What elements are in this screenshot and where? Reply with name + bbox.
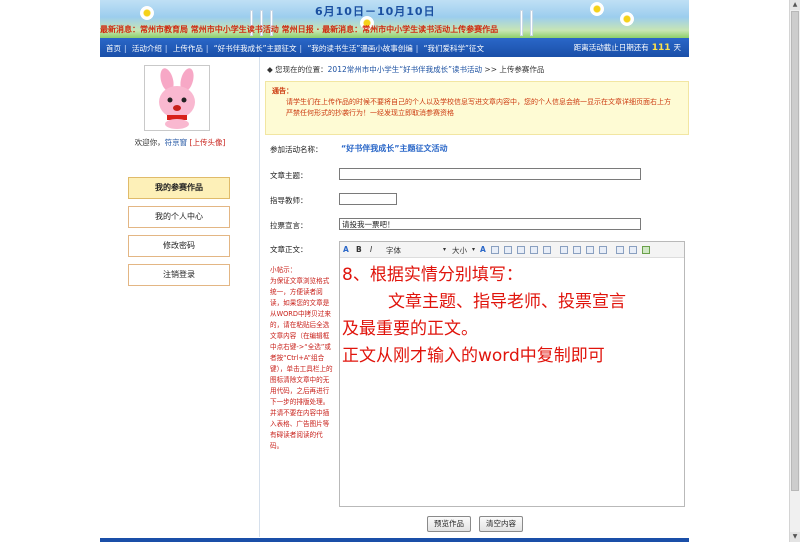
align-right-icon[interactable] [530,246,538,254]
username: 符京窗 [164,138,188,147]
annotation-line-4: 正文从刚才输入的word中复制即可 [342,346,605,366]
editor-toolbar: A B I 字体 ▾ 大小 ▾ A [340,242,684,258]
link-icon[interactable] [616,246,624,254]
countdown-suffix: 天 [673,43,682,52]
notice-title: 通告： [272,87,293,95]
nav-link-science[interactable]: “我们爱科学”征文 [424,44,484,53]
welcome-prefix: 欢迎你， [134,138,165,147]
bold-icon[interactable]: B [356,245,362,254]
slogan-input[interactable] [339,218,641,230]
scroll-up-icon[interactable]: ▲ [790,0,800,10]
article-title-label: 文章主题： [270,171,308,180]
news-marquee[interactable]: 最新消息：常州市教育局 常州市中小学生读书活动 常州日报 · 最新消息：常州市中… [100,24,689,36]
article-title-input[interactable] [339,168,641,180]
page-scrollbar[interactable]: ▲ ▼ [789,0,800,542]
nav-link-essay[interactable]: “好书伴我成长”主题征文 [214,44,297,53]
tips-title: 小帖示： [270,266,297,274]
teacher-input[interactable] [339,193,397,205]
scrollbar-thumb[interactable] [791,11,799,491]
site-banner: 6月10日－10月10日 最新消息：常州市教育局 常州市中小学生读书活动 常州日… [100,0,689,38]
unlink-icon[interactable] [629,246,637,254]
align-left-icon[interactable] [504,246,512,254]
bunny-avatar-icon [159,68,195,129]
daisy-decoration [140,6,154,20]
deadline-countdown: 距离活动截止日期还有 111 天 [574,42,681,53]
activity-label: 参加活动名称： [270,145,323,154]
clear-content-button[interactable]: 清空内容 [479,516,523,532]
font-family-select[interactable]: 字体 [386,245,401,256]
teacher-label: 指导教师： [270,196,308,205]
notice-line-privacy: 请学生们在上传作品的时候不要将自己的个人以及学校信息写进文章内容中，您的个人信息… [286,98,671,106]
avatar[interactable] [144,65,210,131]
sidebar-item-logout[interactable]: 注销登录 [128,264,230,286]
countdown-days: 111 [651,43,671,53]
outdent-icon[interactable] [586,246,594,254]
font-size-select[interactable]: 大小 [452,245,467,256]
notice-box: 通告： 请学生们在上传作品的时候不要将自己的个人以及学校信息写进文章内容中，您的… [265,81,689,135]
justify-icon[interactable] [543,246,551,254]
highlight-icon[interactable] [491,246,499,254]
align-center-icon[interactable] [517,246,525,254]
upload-avatar-link[interactable]: [上传头像] [190,138,226,147]
upload-form-panel: ◆ 您现在的位置：2012常州市中小学生“好书伴我成长”读书活动 >> 上传参赛… [261,57,689,537]
bullet-list-icon[interactable] [573,246,581,254]
rich-text-editor[interactable]: A B I 字体 ▾ 大小 ▾ A 8、根据实情分别填写： 文章主题、指导老师、… [339,241,685,507]
tips-box: 小帖示： 为保证文章浏览格式统一，方便读者阅读，如果您的文章是从WORD中拷贝过… [270,265,334,452]
sidebar-item-my-entries[interactable]: 我的参赛作品 [128,177,230,199]
page-gutter-right [689,0,789,542]
nav-link-home[interactable]: 首页 [106,44,121,53]
annotation-line-2: 文章主题、指导老师、投票宣言 [388,292,626,312]
daisy-decoration [590,2,604,16]
clear-format-icon[interactable]: A [343,245,349,254]
main-nav: 首页 | 活动介绍 | 上传作品 | “好书伴我成长”主题征文 | “我的读书生活”漫画… [100,38,689,57]
sidebar-item-change-password[interactable]: 修改密码 [128,235,230,257]
font-family-dropdown-icon[interactable]: ▾ [443,246,446,253]
annotation-line-1: 8、根据实情分别填写： [342,265,523,285]
page-gutter-left [0,0,100,542]
insert-image-icon[interactable] [642,246,650,254]
user-sidebar: 欢迎你，符京窗 [上传头像] 我的参赛作品 我的个人中心 修改密码 注销登录 [100,57,260,537]
slogan-label: 拉票宣言： [270,221,308,230]
breadcrumb: ◆ 您现在的位置：2012常州市中小学生“好书伴我成长”读书活动 >> 上传参赛… [267,64,544,75]
tips-text: 为保证文章浏览格式统一，方便读者阅读，如果您的文章是从WORD中拷贝过来的，请在… [270,277,333,450]
nav-link-intro[interactable]: 活动介绍 [132,44,162,53]
scroll-down-icon[interactable]: ▼ [790,532,800,542]
numbered-list-icon[interactable] [560,246,568,254]
nav-link-upload[interactable]: 上传作品 [173,44,203,53]
preview-button[interactable]: 预览作品 [427,516,471,532]
font-color-icon[interactable]: A [480,245,486,254]
nav-link-comic[interactable]: “我的读书生活”漫画小故事创编 [307,44,412,53]
italic-icon[interactable]: I [370,245,372,254]
breadcrumb-prefix: ◆ 您现在的位置： [267,65,328,74]
breadcrumb-separator: >> [484,65,497,74]
countdown-prefix: 距离活动截止日期还有 [573,43,649,52]
editor-content[interactable]: 8、根据实情分别填写： 文章主题、指导老师、投票宣言 及最重要的正文。 正文从刚… [340,262,684,370]
activity-name: “好书伴我成长”主题征文活动 [341,144,448,153]
breadcrumb-activity-link[interactable]: 2012常州市中小学生“好书伴我成长”读书活动 [328,65,482,74]
breadcrumb-current: 上传参赛作品 [499,65,545,74]
font-size-dropdown-icon[interactable]: ▾ [472,246,475,253]
annotation-line-3: 及最重要的正文。 [342,319,478,339]
sidebar-item-personal-center[interactable]: 我的个人中心 [128,206,230,228]
notice-line-plagiarism: 严禁任何形式的抄袭行为！一经发现立即取消参赛资格 [286,109,454,117]
activity-dates: 6月10日－10月10日 [315,5,436,18]
welcome-text: 欢迎你，符京窗 [上传头像] [100,137,260,148]
indent-icon[interactable] [599,246,607,254]
article-body-label: 文章正文： [270,245,308,254]
page-bottom-bar [100,538,689,542]
